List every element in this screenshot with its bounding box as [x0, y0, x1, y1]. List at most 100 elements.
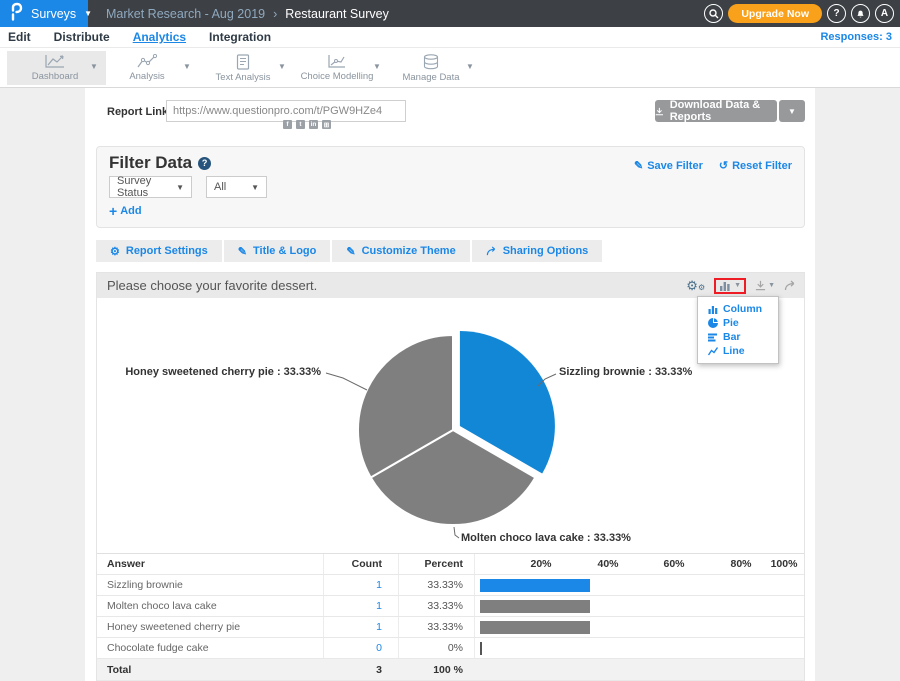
- text-analysis-caret-icon[interactable]: ▼: [278, 62, 286, 71]
- gears-icon: ⚙: [110, 245, 120, 258]
- questionpro-analytics-page: Surveys ▼ Market Research - Aug 2019 › R…: [0, 0, 900, 681]
- percent-cell: 0%: [398, 638, 474, 658]
- question-title: Please choose your favorite dessert.: [107, 278, 686, 293]
- search-icon: [709, 9, 719, 19]
- tab-title-logo[interactable]: ✎Title & Logo: [224, 240, 331, 262]
- menu-item-bar[interactable]: Bar: [698, 330, 778, 344]
- text-analysis-icon: [235, 54, 251, 70]
- column-chart-icon: [708, 305, 718, 314]
- manage-data-caret-icon[interactable]: ▼: [466, 62, 474, 71]
- count-cell[interactable]: 0: [323, 638, 398, 658]
- nav-item-integration[interactable]: Integration: [209, 30, 271, 44]
- notifications-button[interactable]: [851, 4, 870, 23]
- help-button[interactable]: ?: [827, 4, 846, 23]
- answer-cell: Sizzling brownie: [97, 575, 323, 595]
- breadcrumb-separator: ›: [273, 7, 277, 21]
- dashboard-caret-icon[interactable]: ▼: [90, 62, 98, 71]
- search-button[interactable]: [704, 4, 723, 23]
- menu-item-line[interactable]: Line: [698, 344, 778, 358]
- analysis-icon: [136, 54, 158, 69]
- percent-bar: [480, 621, 590, 634]
- tab-sharing-options[interactable]: Sharing Options: [472, 240, 603, 262]
- menu-item-pie[interactable]: Pie: [698, 316, 778, 330]
- tab-report-settings[interactable]: ⚙Report Settings: [96, 240, 222, 262]
- toolbar-item-choice-modelling[interactable]: Choice Modelling: [297, 52, 377, 84]
- edit-icon: ✎: [634, 159, 643, 172]
- axis-tick: 60%: [659, 558, 689, 570]
- select-caret-icon: ▼: [176, 183, 184, 192]
- questionpro-logo-icon: [9, 1, 24, 26]
- toolbar-item-analysis[interactable]: Analysis: [107, 52, 187, 84]
- nav-item-edit[interactable]: Edit: [8, 30, 31, 44]
- nav-item-analytics[interactable]: Analytics: [133, 30, 186, 44]
- question-settings-button[interactable]: ⚙⚙: [686, 279, 705, 292]
- select-caret-icon: ▼: [251, 183, 259, 192]
- share-forward-icon: [784, 280, 796, 291]
- dashboard-icon: [44, 54, 66, 69]
- linkedin-icon[interactable]: in: [309, 120, 318, 129]
- toolbar-item-manage-data[interactable]: Manage Data: [391, 52, 471, 84]
- twitter-icon[interactable]: t: [296, 120, 305, 129]
- download-caret-icon: ▼: [768, 282, 775, 289]
- pie-chart-icon: [708, 318, 718, 328]
- axis-tick: 100%: [769, 558, 799, 570]
- question-header: Please choose your favorite dessert. ⚙⚙ …: [97, 273, 804, 298]
- report-link-label: Report Link: [107, 106, 168, 118]
- choice-modelling-caret-icon[interactable]: ▼: [373, 62, 381, 71]
- filter-data-title: Filter Data ?: [109, 153, 211, 173]
- manage-data-icon: [422, 54, 440, 70]
- answer-cell: Molten choco lava cake: [97, 596, 323, 616]
- menu-item-column[interactable]: Column: [698, 302, 778, 316]
- download-icon: [655, 106, 664, 117]
- toolbar-item-text-analysis[interactable]: Text Analysis: [203, 52, 283, 84]
- filter-value-select[interactable]: All▼: [206, 176, 267, 198]
- download-data-reports-button[interactable]: Download Data & Reports: [655, 100, 777, 122]
- question-download-button[interactable]: ▼: [755, 280, 775, 291]
- surveys-menu[interactable]: Surveys ▼: [0, 0, 88, 27]
- table-row: Sizzling brownie 1 33.33%: [97, 575, 804, 596]
- table-header-row: Answer Count Percent 20% 40% 60% 80% 100…: [97, 553, 804, 575]
- plus-icon: +: [109, 203, 117, 219]
- chart-type-icon: [719, 281, 731, 291]
- download-options-caret[interactable]: ▼: [779, 100, 805, 122]
- pie-label-molten-choco-lava-cake: Molten choco lava cake : 33.33%: [461, 532, 631, 544]
- total-count: 3: [323, 659, 398, 680]
- avatar[interactable]: A: [875, 4, 894, 23]
- nav-item-distribute[interactable]: Distribute: [54, 30, 110, 44]
- table-row: Molten choco lava cake 1 33.33%: [97, 596, 804, 617]
- filter-field-select[interactable]: Survey Status▼: [109, 176, 192, 198]
- question-share-button[interactable]: [784, 280, 796, 291]
- count-cell[interactable]: 1: [323, 617, 398, 637]
- pie-label-honey-sweetened-cherry-pie: Honey sweetened cherry pie : 33.33%: [125, 366, 321, 378]
- product-label: Surveys: [31, 7, 76, 21]
- tab-customize-theme[interactable]: ✎Customize Theme: [332, 240, 469, 262]
- topbar: Surveys ▼ Market Research - Aug 2019 › R…: [0, 0, 900, 27]
- callout-line-left: [326, 373, 367, 390]
- line-chart-icon: [708, 347, 718, 356]
- pie-label-sizzling-brownie: Sizzling brownie : 33.33%: [559, 366, 692, 378]
- analysis-caret-icon[interactable]: ▼: [183, 62, 191, 71]
- choice-modelling-icon: [327, 54, 347, 69]
- axis-tick: 20%: [526, 558, 556, 570]
- facebook-icon[interactable]: f: [283, 120, 292, 129]
- upgrade-now-button[interactable]: Upgrade Now: [728, 4, 822, 23]
- question-header-icons: ⚙⚙ ▼ ▼: [686, 278, 796, 294]
- embed-icon[interactable]: ⊞: [322, 120, 331, 129]
- responses-count[interactable]: Responses: 3: [820, 31, 900, 43]
- chart-type-button[interactable]: ▼: [714, 278, 746, 294]
- count-cell[interactable]: 1: [323, 596, 398, 616]
- percent-bar: [480, 642, 482, 655]
- table-row: Chocolate fudge cake 0 0%: [97, 638, 804, 659]
- add-filter-button[interactable]: +Add: [109, 203, 142, 219]
- toolbar-item-dashboard[interactable]: Dashboard: [15, 52, 95, 84]
- filter-help-icon[interactable]: ?: [198, 157, 211, 170]
- report-link-input[interactable]: [166, 100, 406, 122]
- social-share-row: f t in ⊞: [283, 120, 331, 129]
- total-percent: 100 %: [398, 659, 474, 680]
- breadcrumb: Market Research - Aug 2019 › Restaurant …: [106, 7, 389, 21]
- breadcrumb-parent[interactable]: Market Research - Aug 2019: [106, 7, 265, 21]
- count-cell[interactable]: 1: [323, 575, 398, 595]
- reset-filter-button[interactable]: ↺Reset Filter: [719, 159, 792, 172]
- topbar-actions: Upgrade Now ? A: [704, 4, 900, 23]
- save-filter-button[interactable]: ✎Save Filter: [634, 159, 703, 172]
